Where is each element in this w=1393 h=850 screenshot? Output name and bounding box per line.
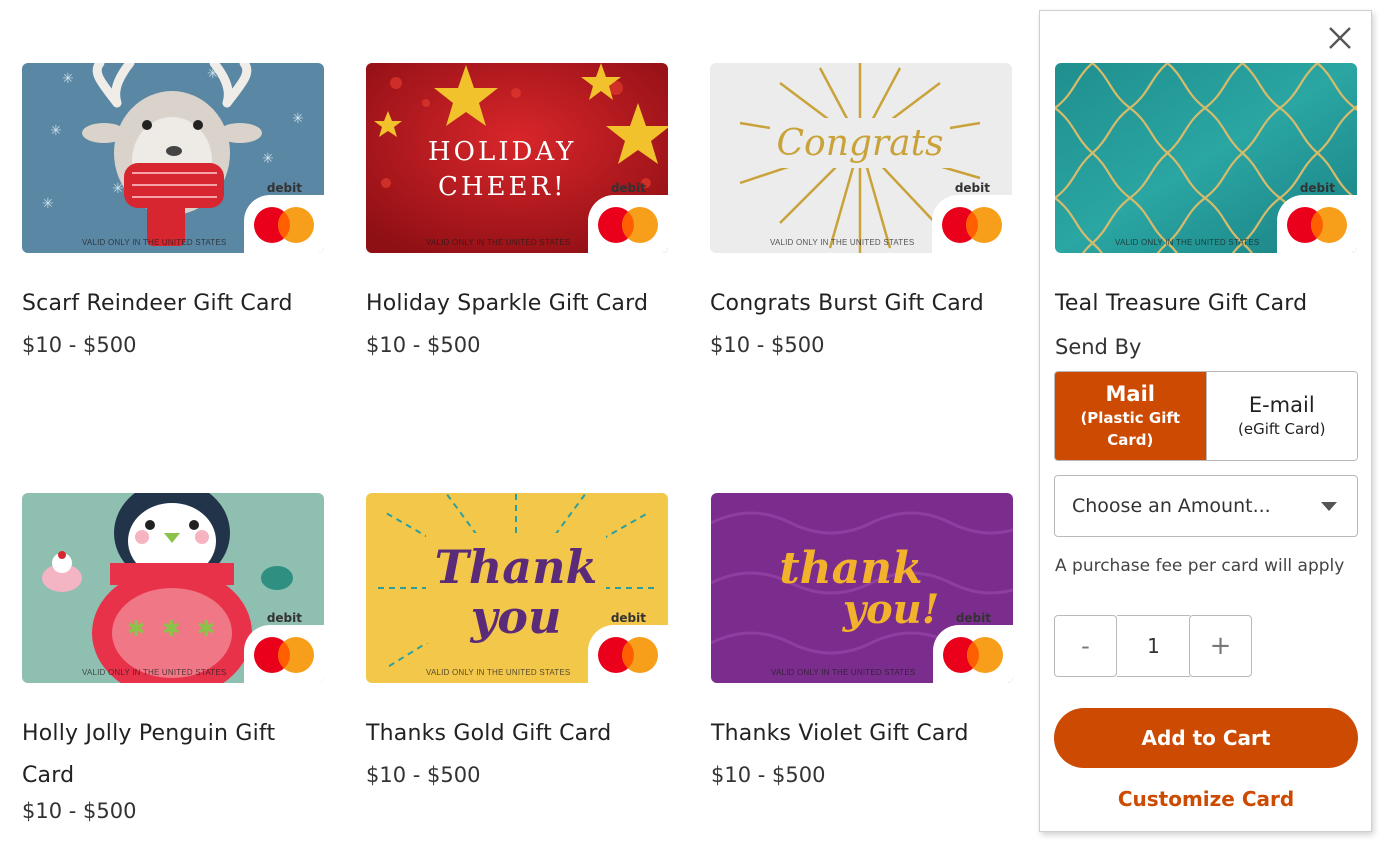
art-line-2: you! [842, 586, 940, 633]
amount-select[interactable]: Choose an Amount... [1054, 475, 1358, 537]
valid-text: VALID ONLY IN THE UNITED STATES [771, 668, 916, 677]
card-image-thanks-gold[interactable]: Thank you debit VALID ONLY IN THE UNITED… [366, 493, 668, 683]
card-price: $10 - $500 [22, 799, 137, 823]
gift-card-item[interactable]: Thank you debit VALID ONLY IN THE UNITED… [366, 493, 668, 787]
art-line-1: HOLIDAY [428, 137, 576, 167]
debit-label: debit [954, 181, 990, 195]
mastercard-logo [942, 207, 1002, 243]
debit-label: debit [955, 611, 991, 625]
send-option-sub: (Plastic Gift Card) [1080, 409, 1181, 449]
card-image-teal-treasure: debit VALID ONLY IN THE UNITED STATES [1055, 63, 1357, 253]
art-line-2: you [470, 590, 562, 644]
card-image-holiday-sparkle[interactable]: HOLIDAY CHEER! debit VALID ONLY IN THE U… [366, 63, 668, 253]
mastercard-logo [943, 637, 1003, 673]
gift-card-item[interactable]: thank you! debit VALID ONLY IN THE UNITE… [711, 493, 1013, 787]
amount-select-value: Choose an Amount... [1072, 495, 1271, 517]
gift-card-item[interactable]: ✳ ✳ ✳ ✳ ✳ ✳ ✳ debit VALID ONLY IN THE UNITED … [22, 63, 324, 357]
send-by-label: Send By [1055, 335, 1142, 359]
send-option-label: Mail [1105, 382, 1155, 406]
card-image-thanks-violet[interactable]: thank you! debit VALID ONLY IN THE UNITE… [711, 493, 1013, 683]
debit-label: debit [610, 611, 646, 625]
chevron-down-icon [1321, 502, 1337, 511]
card-price: $10 - $500 [710, 333, 825, 357]
gift-card-item[interactable]: ✱ ✱ ✱ debit VALID ONLY IN THE UNITED STATE… [22, 493, 324, 823]
card-price: $10 - $500 [711, 763, 826, 787]
quantity-input[interactable]: 1 [1117, 615, 1190, 677]
card-image-penguin[interactable]: ✱ ✱ ✱ debit VALID ONLY IN THE UNITED STATE… [22, 493, 324, 683]
card-price: $10 - $500 [366, 763, 481, 787]
svg-text:✳: ✳ [42, 196, 54, 212]
send-option-label: E-mail [1248, 393, 1315, 417]
send-method-toggle: Mail (Plastic Gift Card) E-mail (eGift C… [1054, 371, 1358, 461]
mastercard-logo [254, 207, 314, 243]
card-price: $10 - $500 [22, 333, 137, 357]
card-title[interactable]: Holiday Sparkle Gift Card [366, 283, 668, 325]
selected-card-title: Teal Treasure Gift Card [1055, 291, 1308, 316]
mastercard-logo [254, 637, 314, 673]
valid-text: VALID ONLY IN THE UNITED STATES [770, 238, 915, 247]
card-title[interactable]: Thanks Violet Gift Card [711, 713, 1013, 755]
svg-text:✱: ✱ [127, 617, 145, 642]
card-image-congrats-burst[interactable]: Congrats debit VALID ONLY IN THE UNITED … [710, 63, 1012, 253]
selected-card: debit VALID ONLY IN THE UNITED STATES Te… [1055, 63, 1357, 325]
mastercard-logo [598, 207, 658, 243]
svg-text:✳: ✳ [292, 111, 304, 127]
svg-text:✱: ✱ [162, 617, 180, 642]
svg-text:✱: ✱ [197, 617, 215, 642]
quantity-decrement-button[interactable]: - [1054, 615, 1117, 677]
valid-text: VALID ONLY IN THE UNITED STATES [426, 238, 571, 247]
valid-text: VALID ONLY IN THE UNITED STATES [426, 668, 571, 677]
svg-text:✳: ✳ [62, 71, 74, 87]
quantity-increment-button[interactable]: + [1189, 615, 1252, 677]
fee-note: A purchase fee per card will apply [1055, 556, 1345, 576]
gift-card-item[interactable]: HOLIDAY CHEER! debit VALID ONLY IN THE U… [366, 63, 668, 357]
mastercard-logo [598, 637, 658, 673]
quick-buy-panel: debit VALID ONLY IN THE UNITED STATES Te… [1039, 10, 1372, 832]
svg-text:✳: ✳ [50, 123, 62, 139]
debit-label: debit [266, 611, 302, 625]
card-title[interactable]: Scarf Reindeer Gift Card [22, 283, 324, 325]
add-to-cart-button[interactable]: Add to Cart [1054, 708, 1358, 768]
art-line-1: Thank [435, 540, 598, 594]
debit-label: debit [266, 181, 302, 195]
send-by-email-option[interactable]: E-mail (eGift Card) [1205, 372, 1357, 460]
art-text: Congrats [776, 123, 943, 164]
svg-text:✳: ✳ [262, 151, 274, 167]
card-title[interactable]: Thanks Gold Gift Card [366, 713, 668, 755]
card-title[interactable]: Congrats Burst Gift Card [710, 283, 1012, 325]
valid-text: VALID ONLY IN THE UNITED STATES [1115, 238, 1260, 247]
customize-card-link[interactable]: Customize Card [1054, 787, 1358, 811]
close-icon[interactable] [1325, 23, 1355, 53]
valid-text: VALID ONLY IN THE UNITED STATES [82, 238, 227, 247]
debit-label: debit [1299, 181, 1335, 195]
valid-text: VALID ONLY IN THE UNITED STATES [82, 668, 227, 677]
card-title[interactable]: Holly Jolly Penguin Gift Card [22, 713, 302, 797]
gift-card-item[interactable]: Congrats debit VALID ONLY IN THE UNITED … [710, 63, 1012, 357]
art-line-2: CHEER! [438, 172, 567, 202]
card-price: $10 - $500 [366, 333, 481, 357]
send-by-mail-option[interactable]: Mail (Plastic Gift Card) [1055, 372, 1206, 460]
card-image-reindeer[interactable]: ✳ ✳ ✳ ✳ ✳ ✳ ✳ debit VALID ONLY IN THE UNITED … [22, 63, 324, 253]
mastercard-logo [1287, 207, 1347, 243]
debit-label: debit [610, 181, 646, 195]
send-option-sub: (eGift Card) [1238, 420, 1326, 438]
